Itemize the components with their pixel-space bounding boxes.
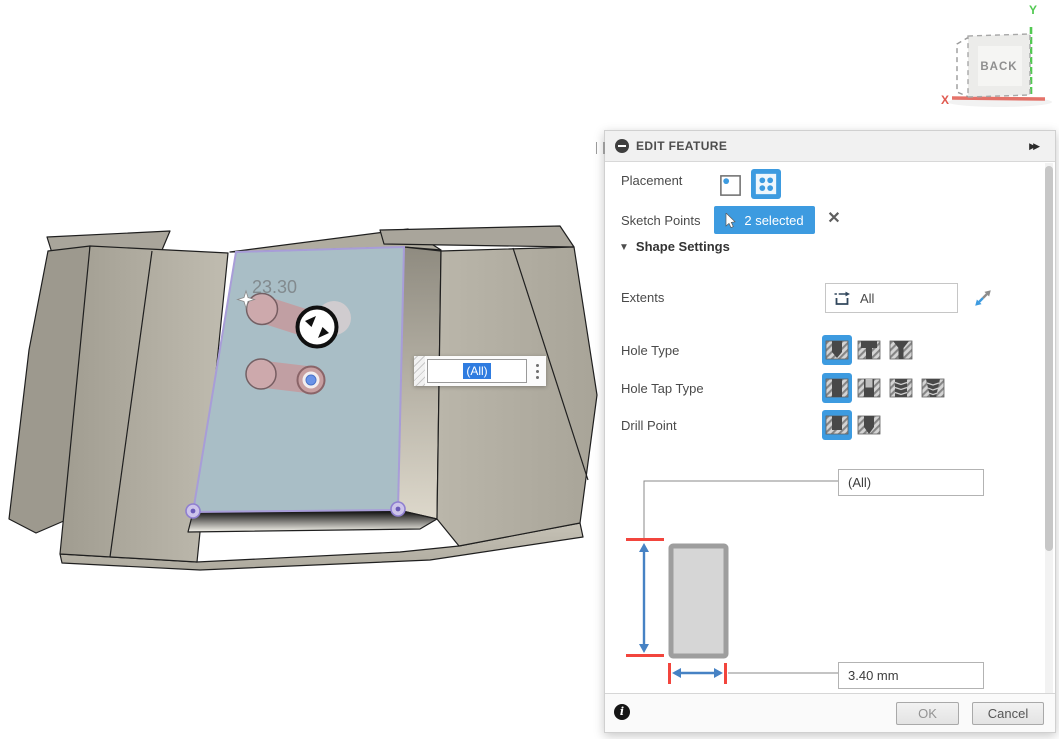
model-top-right-slab[interactable] bbox=[380, 226, 574, 247]
application-canvas: 23.30 BACK Y X (All) EDIT FEATUR bbox=[0, 0, 1059, 739]
kebab-menu-icon[interactable] bbox=[529, 356, 546, 386]
viewcube-axis-x-label: X bbox=[941, 93, 949, 107]
shape-settings-label: Shape Settings bbox=[636, 239, 730, 254]
tap-tapped-icon bbox=[888, 375, 914, 401]
chevron-down-icon: ▼ bbox=[619, 242, 629, 253]
placement-option-single[interactable] bbox=[717, 172, 743, 198]
tap-simple-icon bbox=[824, 375, 850, 401]
hole-type-label: Hole Type bbox=[621, 343, 679, 358]
hole-tap-type-option-taper-tapped[interactable] bbox=[920, 375, 946, 401]
sketch-point-left[interactable] bbox=[186, 504, 200, 518]
tap-taper-tapped-icon bbox=[920, 375, 946, 401]
sketch-points-selection-button[interactable]: 2 selected bbox=[714, 206, 815, 234]
sketch-points-count: 2 selected bbox=[744, 213, 803, 228]
model-right-tower-face[interactable] bbox=[437, 247, 597, 546]
floating-depth-input: (All) bbox=[414, 356, 546, 386]
dialog-title: EDIT FEATURE bbox=[636, 139, 1029, 153]
drill-angle-icon bbox=[856, 412, 882, 438]
viewcube-axis-x-line bbox=[952, 98, 1045, 99]
diameter-dimension-arrow bbox=[672, 668, 723, 678]
hole-cross-section bbox=[671, 546, 726, 656]
tap-clearance-icon bbox=[856, 375, 882, 401]
drill-point-option-flat[interactable] bbox=[822, 410, 852, 440]
depth-extent-tick-bottom bbox=[626, 654, 664, 657]
depth-value-field[interactable]: (All) bbox=[838, 469, 984, 496]
depth-value-input[interactable]: (All) bbox=[427, 359, 527, 383]
viewcube[interactable]: BACK Y X bbox=[929, 0, 1059, 112]
sketch-points-label: Sketch Points bbox=[621, 213, 701, 228]
diameter-tick-left bbox=[668, 663, 671, 684]
hole-simple-icon bbox=[824, 337, 850, 363]
extents-dropdown[interactable]: All bbox=[825, 283, 958, 313]
drill-flat-icon bbox=[824, 412, 850, 438]
dialog-header[interactable]: EDIT FEATURE ▶▶ bbox=[605, 131, 1055, 162]
depth-manipulator-handle[interactable] bbox=[298, 308, 337, 347]
ok-button[interactable]: OK bbox=[896, 702, 959, 725]
dialog-scrollbar-thumb[interactable] bbox=[1045, 166, 1053, 551]
flip-direction-icon bbox=[971, 286, 995, 310]
hole-diagram bbox=[605, 451, 1057, 696]
diameter-value-text: 3.40 mm bbox=[848, 668, 899, 683]
clear-selection-icon[interactable]: ✕ bbox=[824, 209, 844, 229]
selected-text: (All) bbox=[463, 363, 490, 379]
dialog-drag-handle-icon[interactable] bbox=[596, 142, 605, 154]
viewcube-hidden-edges bbox=[957, 37, 969, 97]
hole-type-option-counterbore[interactable] bbox=[856, 337, 882, 363]
depth-extent-tick-top bbox=[626, 538, 664, 541]
dialog-footer: i OK Cancel bbox=[605, 693, 1055, 732]
diameter-tick-right bbox=[724, 663, 727, 684]
hole-tap-type-label: Hole Tap Type bbox=[621, 381, 704, 396]
depth-value-text: (All) bbox=[848, 475, 871, 490]
depth-dimension-label[interactable]: 23.30 bbox=[252, 277, 297, 297]
placement-option-multiple[interactable] bbox=[751, 169, 781, 199]
depth-dimension-arrow bbox=[639, 543, 649, 653]
drill-point-option-angle[interactable] bbox=[856, 412, 882, 438]
viewcube-axis-y-label: Y bbox=[1029, 3, 1037, 17]
cursor-icon bbox=[725, 213, 738, 228]
diameter-value-field[interactable]: 3.40 mm bbox=[838, 662, 984, 689]
extents-label: Extents bbox=[621, 290, 664, 305]
dock-arrows-icon[interactable]: ▶▶ bbox=[1029, 141, 1037, 152]
sketch-point-right[interactable] bbox=[391, 502, 405, 516]
flip-direction-button[interactable] bbox=[971, 286, 995, 310]
edit-feature-dialog: EDIT FEATURE ▶▶ Placement Sketch Points … bbox=[604, 130, 1056, 733]
hole-countersink-icon bbox=[888, 337, 914, 363]
drill-point-label: Drill Point bbox=[621, 418, 677, 433]
multiple-holes-placement-icon bbox=[754, 172, 778, 196]
hole-type-option-simple[interactable] bbox=[822, 335, 852, 365]
cancel-button[interactable]: Cancel bbox=[972, 702, 1044, 725]
hole-tap-type-option-simple[interactable] bbox=[822, 373, 852, 403]
extents-value: All bbox=[860, 291, 874, 306]
extent-all-icon bbox=[833, 289, 852, 308]
placement-label: Placement bbox=[621, 173, 682, 188]
drag-grip-icon[interactable] bbox=[414, 356, 425, 386]
hole-type-option-countersink[interactable] bbox=[888, 337, 914, 363]
hole-tap-type-option-clearance[interactable] bbox=[856, 375, 882, 401]
hole-feature-icon bbox=[615, 139, 629, 153]
hole-tap-type-option-tapped[interactable] bbox=[888, 375, 914, 401]
shape-settings-section-header[interactable]: ▼ Shape Settings bbox=[619, 239, 730, 254]
viewcube-face-label[interactable]: BACK bbox=[980, 61, 1017, 73]
info-icon[interactable]: i bbox=[614, 704, 630, 720]
hole-counterbore-icon bbox=[856, 337, 882, 363]
single-hole-placement-icon bbox=[718, 173, 743, 198]
